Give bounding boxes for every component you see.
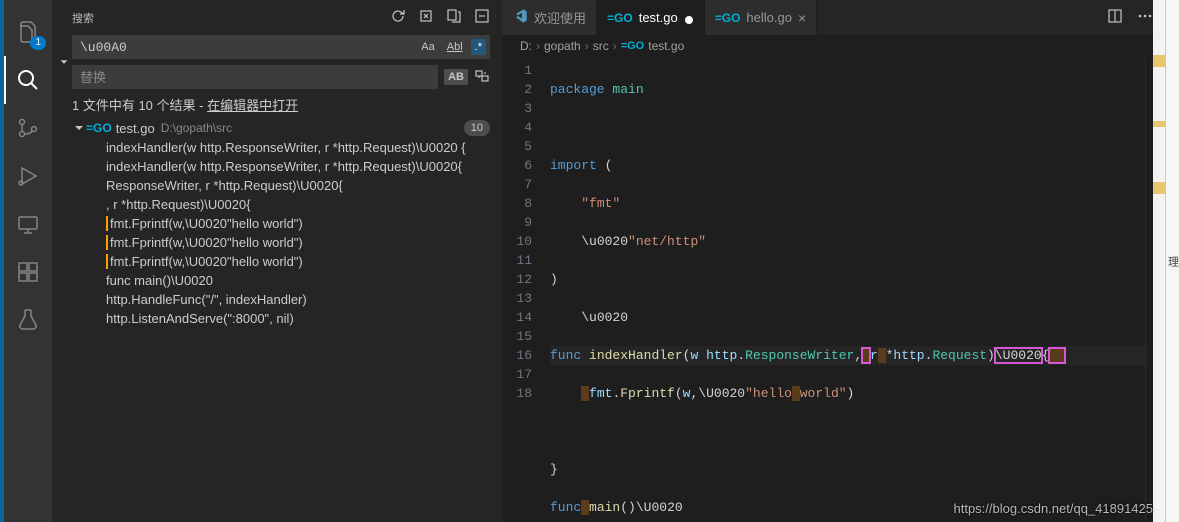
search-result-line[interactable]: , r *http.Request)\U0020{ <box>52 195 502 214</box>
run-debug-icon[interactable] <box>4 152 52 200</box>
tab-test-go[interactable]: =GO test.go <box>597 0 705 35</box>
source-control-icon[interactable] <box>4 104 52 152</box>
remote-icon[interactable] <box>4 200 52 248</box>
toggle-replace-icon[interactable] <box>56 35 72 89</box>
breadcrumb-seg[interactable]: gopath <box>544 39 581 53</box>
close-icon[interactable]: × <box>798 10 806 26</box>
whole-word-toggle[interactable]: Abl <box>443 39 467 55</box>
right-panel-edge[interactable]: 理 <box>1165 0 1179 522</box>
activity-bar: 1 <box>4 0 52 522</box>
replace-all-icon[interactable] <box>474 68 490 87</box>
extensions-icon[interactable] <box>4 248 52 296</box>
testing-icon[interactable] <box>4 296 52 344</box>
search-result-line[interactable]: http.HandleFunc("/", indexHandler) <box>52 290 502 309</box>
match-case-toggle[interactable]: Aa <box>417 39 438 55</box>
match-count-badge: 10 <box>464 120 490 136</box>
regex-toggle[interactable]: .* <box>471 39 486 55</box>
result-file-row[interactable]: =GO test.go D:\gopath\src 10 <box>52 118 502 138</box>
tab-label: hello.go <box>746 10 792 25</box>
preserve-case-toggle[interactable]: AB <box>444 69 468 85</box>
go-file-icon: =GO <box>607 11 633 25</box>
tab-bar: 欢迎使用 =GO test.go =GO hello.go × <box>502 0 1165 35</box>
tab-label: test.go <box>639 10 678 25</box>
sidebar-header: 搜索 <box>52 0 502 31</box>
more-icon[interactable] <box>1137 8 1153 27</box>
collapse-icon[interactable] <box>474 8 490 27</box>
breadcrumb-seg[interactable]: src <box>593 39 609 53</box>
new-editor-icon[interactable] <box>446 8 462 27</box>
replace-input[interactable] <box>72 65 438 89</box>
search-result-line[interactable]: fmt.Fprintf(w,\U0020"hello world") <box>52 214 502 233</box>
code-editor[interactable]: package main import ( "fmt" \u0020"net/h… <box>550 57 1145 522</box>
search-icon[interactable] <box>4 56 52 104</box>
tab-welcome[interactable]: 欢迎使用 <box>502 0 597 35</box>
line-number-gutter: 123 456 789 101112 131415 161718 <box>502 57 550 522</box>
sidebar-title: 搜索 <box>72 10 94 26</box>
result-summary: 1 文件中有 10 个结果 - 在编辑器中打开 <box>52 89 502 118</box>
breadcrumb-seg[interactable]: D: <box>520 39 532 53</box>
explorer-badge: 1 <box>30 36 46 50</box>
dirty-indicator-icon <box>684 13 694 23</box>
go-file-icon: =GO <box>715 11 741 25</box>
search-result-line[interactable]: ResponseWriter, r *http.Request)\U0020{ <box>52 176 502 195</box>
refresh-icon[interactable] <box>390 8 406 27</box>
file-name: test.go <box>116 121 155 136</box>
overview-ruler[interactable] <box>1153 0 1165 522</box>
search-result-line[interactable]: fmt.Fprintf(w,\U0020"hello world") <box>52 252 502 271</box>
vscode-icon <box>512 8 528 27</box>
explorer-icon[interactable]: 1 <box>4 8 52 56</box>
search-result-line[interactable]: http.ListenAndServe(":8000", nil) <box>52 309 502 328</box>
search-result-line[interactable]: indexHandler(w http.ResponseWriter, r *h… <box>52 138 502 157</box>
file-path: D:\gopath\src <box>161 121 232 135</box>
tab-hello-go[interactable]: =GO hello.go × <box>705 0 817 35</box>
search-sidebar: 搜索 Aa Abl .* AB <box>52 0 502 522</box>
tab-label: 欢迎使用 <box>534 8 586 27</box>
go-file-icon: =GO <box>86 121 112 135</box>
breadcrumb[interactable]: D: › gopath › src › =GO test.go <box>502 35 1165 57</box>
editor-area: 欢迎使用 =GO test.go =GO hello.go × D: › gop… <box>502 0 1165 522</box>
open-in-editor-link[interactable]: 在编辑器中打开 <box>207 98 298 113</box>
search-result-line[interactable]: indexHandler(w http.ResponseWriter, r *h… <box>52 157 502 176</box>
go-file-icon: =GO <box>621 40 645 52</box>
breadcrumb-seg[interactable]: test.go <box>648 39 684 53</box>
clear-icon[interactable] <box>418 8 434 27</box>
twisty-down-icon[interactable] <box>72 122 86 134</box>
search-result-line[interactable]: func main()\U0020 <box>52 271 502 290</box>
split-editor-icon[interactable] <box>1107 8 1123 27</box>
watermark-text: https://blog.csdn.net/qq_41891425 <box>954 501 1154 516</box>
search-result-line[interactable]: fmt.Fprintf(w,\U0020"hello world") <box>52 233 502 252</box>
